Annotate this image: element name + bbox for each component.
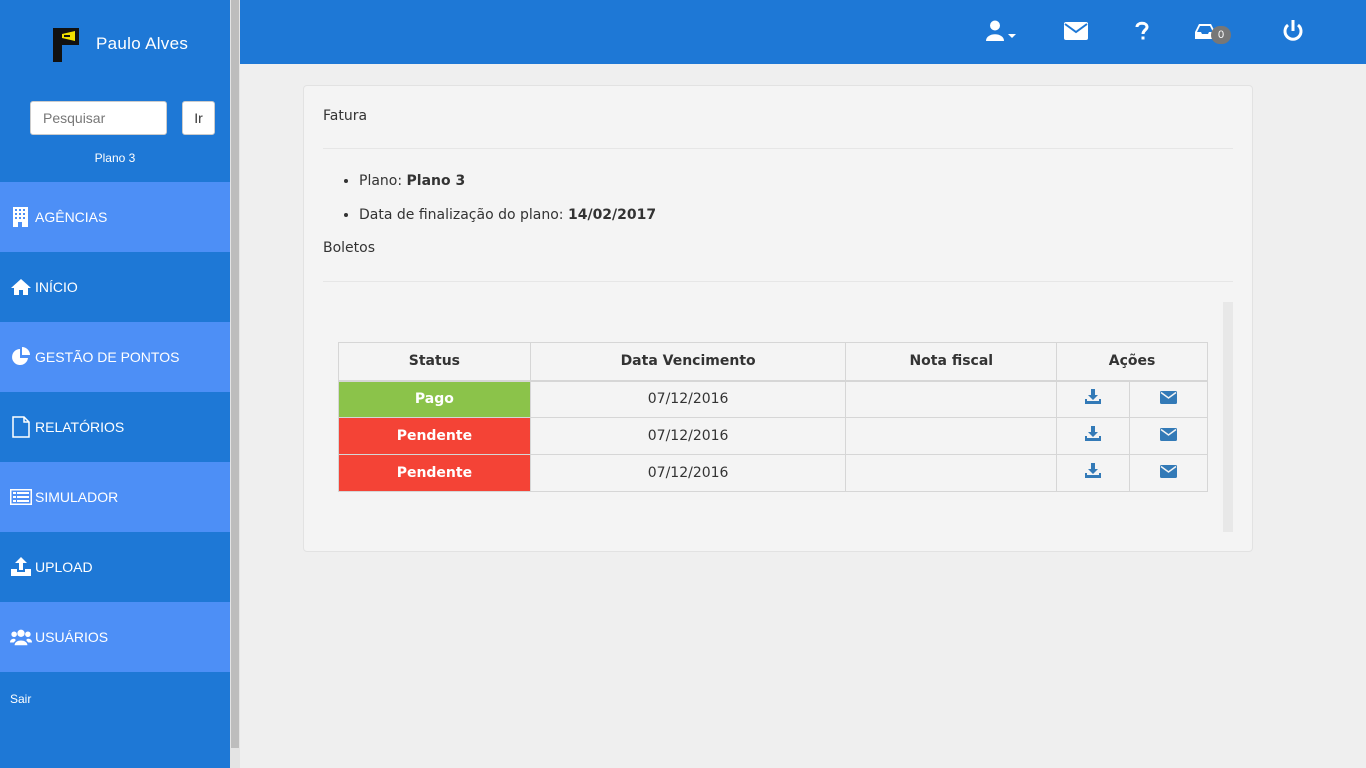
download-icon xyxy=(1085,463,1102,478)
sidebar-item-gestao-de-pontos[interactable]: GESTÃO DE PONTOS xyxy=(0,322,230,392)
brand: Paulo Alves xyxy=(50,26,188,62)
plan-end-value: 14/02/2017 xyxy=(567,207,657,223)
sidebar-item-agencias[interactable]: AGÊNCIAS xyxy=(0,182,230,252)
column-header-status: Status xyxy=(338,342,531,382)
sidebar-item-label: SIMULADOR xyxy=(35,489,119,505)
power-icon xyxy=(1283,20,1303,41)
plan-end-item: Data de finalização do plano: 14/02/2017 xyxy=(359,204,656,238)
invoice-cell xyxy=(845,454,1058,492)
panel-title: Fatura xyxy=(323,108,368,124)
envelope-icon xyxy=(1064,22,1088,40)
plan-end-label: Data de finalização do plano: xyxy=(359,207,568,223)
divider xyxy=(323,281,1233,282)
sidebar-nav: AGÊNCIAS INÍCIO GESTÃO DE PONTOS RELATÓR… xyxy=(0,182,230,672)
email-button[interactable] xyxy=(1129,454,1208,492)
sidebar-item-label: USUÁRIOS xyxy=(35,629,109,645)
inbox-button[interactable]: 0 xyxy=(1195,18,1231,44)
list-icon xyxy=(10,486,32,508)
status-cell: Pendente xyxy=(338,454,531,492)
messages-button[interactable] xyxy=(1064,18,1088,44)
boletos-table: Status Data Vencimento Nota fiscal Ações… xyxy=(338,342,1208,492)
search-form: Ir xyxy=(30,101,215,135)
email-button[interactable] xyxy=(1129,380,1208,418)
sidebar-item-relatorios[interactable]: RELATÓRIOS xyxy=(0,392,230,462)
envelope-icon xyxy=(1160,390,1178,404)
column-header-invoice: Nota fiscal xyxy=(845,342,1058,382)
question-icon xyxy=(1135,21,1149,40)
due-date-cell: 07/12/2016 xyxy=(529,417,847,455)
download-icon xyxy=(1085,389,1102,405)
sidebar-item-label: AGÊNCIAS xyxy=(35,209,108,225)
download-button[interactable] xyxy=(1056,417,1131,455)
plan-info-label: Plano: xyxy=(359,173,407,189)
power-button[interactable] xyxy=(1283,18,1303,44)
sidebar-scrollbar[interactable] xyxy=(230,0,240,768)
download-button[interactable] xyxy=(1056,380,1131,418)
building-icon xyxy=(10,206,32,228)
user-menu-toggle[interactable] xyxy=(986,18,1016,44)
invoice-cell xyxy=(845,417,1058,455)
plan-label: Plano 3 xyxy=(94,151,136,165)
column-header-due-date: Data Vencimento xyxy=(529,342,847,382)
due-date-cell: 07/12/2016 xyxy=(529,380,847,418)
table-row: Pendente 07/12/2016 xyxy=(338,454,1208,492)
pie-chart-icon xyxy=(10,346,32,368)
invoice-panel: Fatura Plano: Plano 3 Data de finalizaçã… xyxy=(303,85,1253,552)
status-cell: Pendente xyxy=(338,417,531,455)
sidebar-item-label: RELATÓRIOS xyxy=(35,419,125,435)
table-row: Pendente 07/12/2016 xyxy=(338,417,1208,455)
user-name: Paulo Alves xyxy=(96,34,189,53)
divider xyxy=(323,148,1233,149)
envelope-icon xyxy=(1160,427,1178,441)
sidebar-item-label: INÍCIO xyxy=(35,279,78,295)
sidebar-item-label: UPLOAD xyxy=(35,559,93,575)
sidebar-scrollbar-thumb[interactable] xyxy=(231,0,239,748)
table-header-row: Status Data Vencimento Nota fiscal Ações xyxy=(338,342,1208,382)
plan-info-list: Plano: Plano 3 Data de finalização do pl… xyxy=(359,170,656,238)
file-icon xyxy=(10,416,32,438)
table-scrollbar[interactable] xyxy=(1223,302,1233,532)
inbox-count-badge: 0 xyxy=(1211,26,1231,44)
user-icon xyxy=(986,20,1016,41)
table-row: Pago 07/12/2016 xyxy=(338,380,1208,418)
top-navbar: 0 xyxy=(240,0,1366,64)
sidebar-item-inicio[interactable]: INÍCIO xyxy=(0,252,230,322)
boletos-heading: Boletos xyxy=(323,240,376,256)
plan-info-value: Plano 3 xyxy=(406,173,466,189)
download-button[interactable] xyxy=(1056,454,1131,492)
envelope-icon xyxy=(1160,464,1178,478)
download-icon xyxy=(1085,426,1102,441)
sidebar: Paulo Alves Ir Plano 3 AGÊNCIAS INÍCIO G… xyxy=(0,0,230,768)
plan-info-item: Plano: Plano 3 xyxy=(359,170,656,204)
sidebar-item-simulador[interactable]: SIMULADOR xyxy=(0,462,230,532)
column-header-actions: Ações xyxy=(1056,342,1208,382)
help-button[interactable] xyxy=(1135,18,1149,44)
upload-icon xyxy=(10,556,32,578)
logout-link[interactable]: Sair xyxy=(10,692,31,706)
home-icon xyxy=(10,276,32,298)
search-button[interactable]: Ir xyxy=(182,101,215,135)
search-input[interactable] xyxy=(30,101,167,135)
invoice-cell xyxy=(845,380,1058,418)
users-icon xyxy=(10,626,32,648)
sidebar-item-upload[interactable]: UPLOAD xyxy=(0,532,230,602)
logo-icon xyxy=(53,28,79,62)
status-cell: Pago xyxy=(338,380,531,418)
sidebar-item-usuarios[interactable]: USUÁRIOS xyxy=(0,602,230,672)
sidebar-item-label: GESTÃO DE PONTOS xyxy=(35,349,180,365)
email-button[interactable] xyxy=(1129,417,1208,455)
due-date-cell: 07/12/2016 xyxy=(529,454,847,492)
